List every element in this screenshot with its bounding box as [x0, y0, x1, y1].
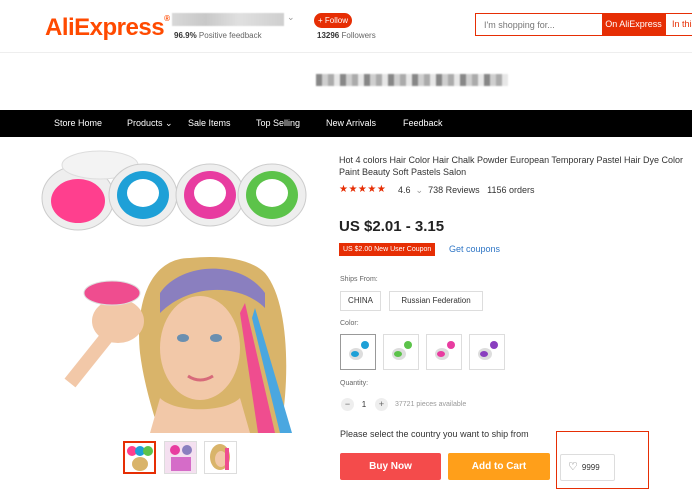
green-chalk-swatch	[392, 341, 412, 360]
hair-chalk-product-photo	[40, 150, 308, 433]
product-main-image[interactable]	[40, 143, 308, 433]
thumbnail-3[interactable]	[204, 441, 237, 474]
add-to-cart-button[interactable]: Add to Cart	[448, 453, 550, 480]
quantity-input[interactable]: 1	[358, 398, 370, 411]
positive-label: Positive feedback	[198, 31, 262, 40]
new-user-coupon-badge: US $2.00 New User Coupon	[339, 243, 436, 256]
pieces-available: 37721 pieces available	[395, 401, 467, 408]
color-option-green[interactable]	[383, 334, 419, 370]
nav-products[interactable]: Products ⌄	[127, 110, 173, 137]
rating-summary: 4.6 ⌄ 738 Reviews 1156 orders	[398, 185, 535, 196]
logo-text: AliExpress	[45, 14, 165, 41]
store-name-redacted[interactable]	[172, 13, 284, 26]
color-option-blue[interactable]	[340, 334, 376, 370]
chevron-down-icon[interactable]: ⌄	[287, 12, 295, 23]
blue-chalk-swatch	[349, 341, 369, 360]
thumbnail-1[interactable]	[123, 441, 156, 474]
thumbnail-2[interactable]	[164, 441, 197, 474]
buy-now-button[interactable]: Buy Now	[340, 453, 441, 480]
ship-from-russia[interactable]: Russian Federation	[389, 291, 483, 311]
positive-percent: 96.9%	[174, 31, 197, 40]
rating-value: 4.6	[398, 185, 411, 195]
thumbnail-2-image	[165, 442, 196, 473]
positive-feedback: 96.9% Positive feedback	[174, 31, 262, 40]
nav-products-label: Products	[127, 118, 163, 128]
color-label: Color:	[340, 320, 359, 327]
rating-stars: ★★★★★	[339, 184, 387, 195]
quantity-label: Quantity:	[340, 380, 369, 387]
quantity-decrease-button[interactable]: −	[341, 398, 354, 411]
store-nav-bar: Store Home Products ⌄ Sale Items Top Sel…	[0, 110, 692, 137]
followers-count: 13296 Followers	[317, 31, 376, 40]
store-banner-redacted	[316, 74, 508, 86]
ship-from-prompt: Please select the country you want to sh…	[340, 429, 529, 439]
ships-from-label: Ships From:	[340, 276, 378, 283]
search-input[interactable]	[476, 14, 602, 35]
aliexpress-logo[interactable]: AliExpress®	[45, 14, 170, 42]
store-search: On AliExpress In this store	[475, 13, 692, 36]
search-aliexpress-button[interactable]: On AliExpress	[602, 14, 665, 35]
heart-icon: ♡	[568, 461, 578, 473]
followers-number: 13296	[317, 31, 340, 40]
wishlist-count: 9999	[581, 463, 600, 472]
get-coupons-link[interactable]: Get coupons	[449, 244, 500, 254]
follow-button[interactable]: + Follow	[314, 13, 352, 28]
color-option-pink[interactable]	[426, 334, 462, 370]
followers-label: Followers	[341, 31, 376, 40]
wishlist-button[interactable]: ♡ 9999	[560, 454, 615, 481]
chevron-down-icon: ⌄	[165, 118, 173, 128]
thumbnail-3-image	[205, 442, 236, 473]
nav-store-home[interactable]: Store Home	[54, 110, 102, 137]
nav-top-selling[interactable]: Top Selling	[256, 110, 300, 137]
product-price: US $2.01 - 3.15	[339, 218, 445, 235]
logo-registered-mark: ®	[164, 14, 170, 23]
pink-chalk-swatch	[435, 341, 455, 360]
search-store-button[interactable]: In this store	[665, 14, 692, 35]
reviews-link[interactable]: 738 Reviews	[428, 185, 480, 195]
nav-feedback[interactable]: Feedback	[403, 110, 443, 137]
quantity-increase-button[interactable]: +	[375, 398, 388, 411]
purple-chalk-swatch	[478, 341, 498, 360]
thumbnail-1-image	[125, 443, 154, 472]
orders-count: 1156 orders	[487, 185, 535, 195]
rating-caret: ⌄	[415, 185, 424, 195]
ship-from-china[interactable]: CHINA	[340, 291, 381, 311]
nav-new-arrivals[interactable]: New Arrivals	[326, 110, 376, 137]
product-title: Hot 4 colors Hair Color Hair Chalk Powde…	[339, 155, 683, 177]
header-divider	[0, 52, 692, 53]
nav-sale-items[interactable]: Sale Items	[188, 110, 231, 137]
color-option-purple[interactable]	[469, 334, 505, 370]
